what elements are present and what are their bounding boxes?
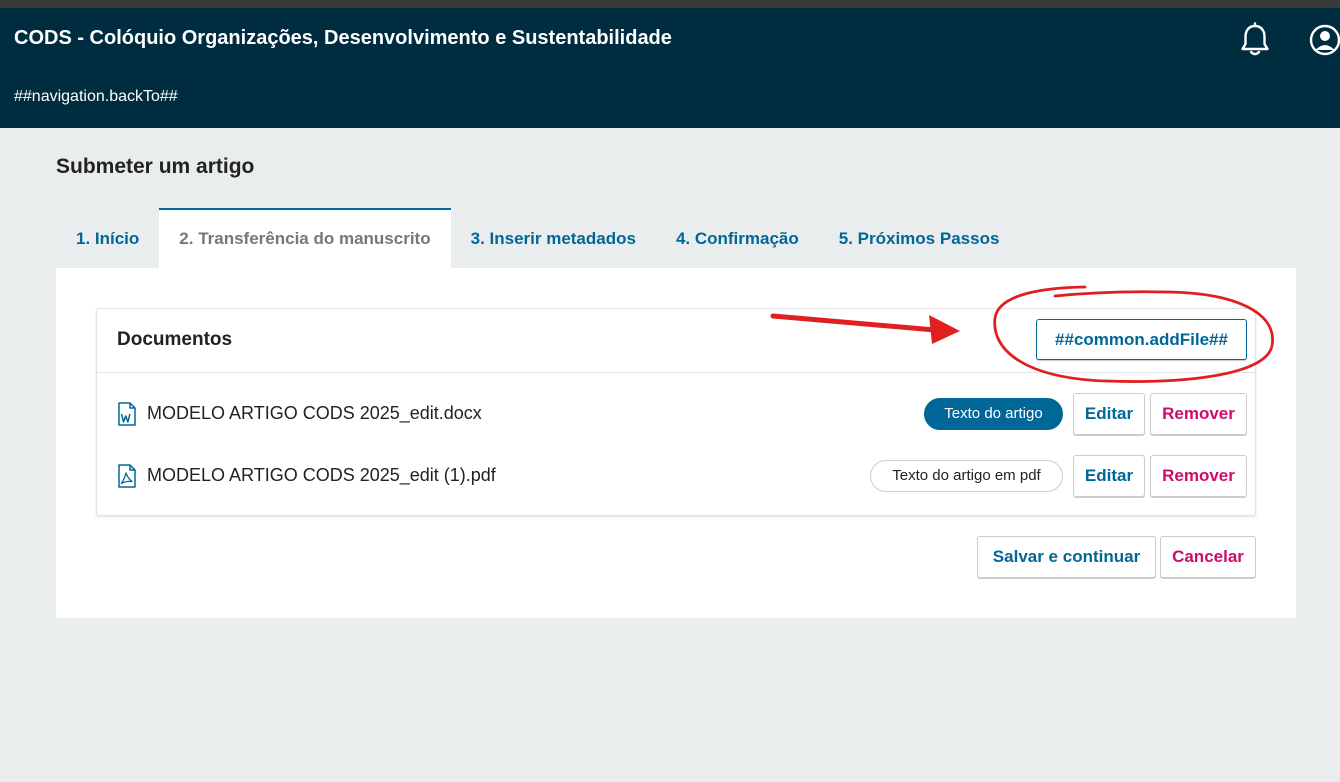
cancel-button[interactable]: Cancelar — [1160, 536, 1256, 578]
wizard-tabs: 1. Início 2. Transferência do manuscrito… — [56, 208, 1019, 268]
site-header: CODS - Colóquio Organizações, Desenvolvi… — [0, 8, 1340, 128]
word-file-icon — [117, 402, 137, 426]
file-genre-badge: Texto do artigo em pdf — [870, 460, 1063, 492]
tab-panel: Documentos ##common.addFile## MODELO ART… — [56, 268, 1296, 618]
file-row: MODELO ARTIGO CODS 2025_edit.docx Texto … — [97, 392, 1255, 436]
documents-header: Documentos ##common.addFile## — [97, 309, 1255, 373]
add-file-button[interactable]: ##common.addFile## — [1036, 319, 1247, 360]
file-genre-badge: Texto do artigo — [924, 398, 1063, 430]
file-row: MODELO ARTIGO CODS 2025_edit (1).pdf Tex… — [97, 454, 1255, 498]
tab-inserir-metadados[interactable]: 3. Inserir metadados — [451, 208, 656, 268]
remove-file-button[interactable]: Remover — [1150, 393, 1247, 435]
documents-title: Documentos — [117, 329, 233, 350]
pdf-file-icon — [117, 464, 137, 488]
tab-inicio[interactable]: 1. Início — [56, 208, 159, 268]
site-title[interactable]: CODS - Colóquio Organizações, Desenvolvi… — [14, 27, 672, 50]
file-name[interactable]: MODELO ARTIGO CODS 2025_edit.docx — [147, 403, 482, 424]
tab-proximos-passos[interactable]: 5. Próximos Passos — [819, 208, 1020, 268]
bell-icon[interactable] — [1238, 22, 1272, 58]
save-continue-button[interactable]: Salvar e continuar — [977, 536, 1156, 578]
remove-file-button[interactable]: Remover — [1150, 455, 1247, 497]
edit-file-button[interactable]: Editar — [1073, 455, 1145, 497]
back-link[interactable]: ##navigation.backTo## — [14, 88, 178, 106]
edit-file-button[interactable]: Editar — [1073, 393, 1145, 435]
tab-transferencia-manuscrito[interactable]: 2. Transferência do manuscrito — [159, 208, 451, 268]
documents-box: Documentos ##common.addFile## MODELO ART… — [96, 308, 1256, 516]
user-account-icon[interactable] — [1306, 22, 1340, 58]
tab-confirmacao[interactable]: 4. Confirmação — [656, 208, 819, 268]
window-top-strip — [0, 0, 1340, 8]
page-title: Submeter um artigo — [56, 155, 255, 178]
file-name[interactable]: MODELO ARTIGO CODS 2025_edit (1).pdf — [147, 465, 496, 486]
